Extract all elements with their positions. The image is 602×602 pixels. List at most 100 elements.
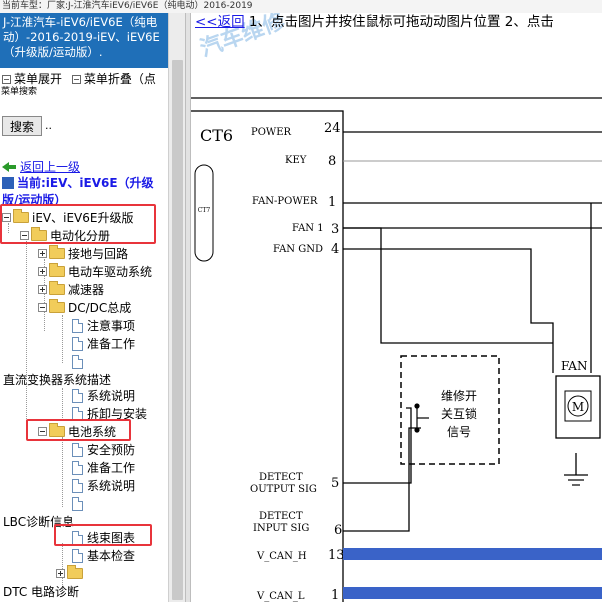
pin-num-key: 8 [328,154,336,169]
can-low-bar [343,587,602,599]
pin-num-detect-in: 6 [334,523,342,538]
document-icon [72,319,83,333]
tree-item-grounding[interactable]: 接地与回路 [38,245,128,263]
pin-num-fan1: 3 [331,222,339,237]
folder-icon [49,263,65,277]
pin-label-key: KEY [285,155,307,166]
vehicle-info-bar: 当前车型：厂家:J-江淮汽车iEV6/iEV6E（纯电动）2016-2019 [0,0,602,13]
menu-collapse-label: 菜单折叠（点 [83,72,156,86]
tree-label: 系统说明 [87,389,136,403]
search-label: 菜单搜索 [1,87,38,97]
document-icon [72,389,83,403]
ground-icon [564,474,588,486]
instruction-text: 1、点击图片并按住鼠标可拖动动图片位置 2、点击 [244,14,554,30]
search-row: 搜索.. [0,116,168,138]
pin-num-fan-gnd: 4 [331,242,339,257]
pin-num-can-l: 1 [331,588,339,602]
document-icon [72,497,83,511]
tree-item-prep[interactable]: 准备工作 [72,335,135,353]
document-icon [72,461,83,475]
current-label: 当前:iEV、iEV6E（升级版/运动版） [2,176,154,207]
tree-item-blank2[interactable] [72,495,87,513]
interlock-text-2: 关互锁 [441,406,477,421]
search-dots: .. [45,118,52,132]
tree-label: 减速器 [68,283,105,297]
tree-item-sys-desc2[interactable]: 系统说明 [72,477,135,495]
left-scrollbar[interactable] [168,13,185,602]
connector-small-label: CT7 [198,207,211,214]
document-icon [72,355,83,369]
search-button[interactable]: 搜索 [2,116,42,136]
connector-label: CT6 [200,126,233,145]
menu-expand-button[interactable]: 菜单展开 [2,72,62,86]
document-icon [72,443,83,457]
tree-item-folder[interactable] [56,565,86,583]
back-link[interactable]: 返回上一级 [20,160,80,174]
pin-label-can-l: V_CAN_L [256,591,305,602]
expand-icon[interactable] [56,569,65,578]
fan-label: FAN [561,359,587,373]
document-icon [72,337,83,351]
expand-icon[interactable] [38,267,47,276]
interlock-text-3: 信号 [447,425,471,439]
diagram-nav: <<返回 1、点击图片并按住鼠标可拖动动图片位置 2、点击 [195,14,554,30]
tree-item-sys-desc[interactable]: 系统说明 [72,387,135,405]
tree-label: 接地与回路 [68,247,129,261]
motor-label: M [572,400,584,414]
collapse-icon[interactable] [38,303,47,312]
highlight-box [26,419,131,441]
pin-num-power: 24 [324,121,341,136]
tree-label: 基本检查 [87,549,136,563]
tree-item-dcdc[interactable]: DC/DC总成 [38,299,131,317]
tree-label: 注意事项 [87,319,136,333]
tree-item-safety[interactable]: 安全预防 [72,441,135,459]
document-icon [72,549,83,563]
scroll-thumb[interactable] [172,60,183,600]
pin-label-can-h: V_CAN_H [256,551,307,562]
pin-num-fan-power: 1 [328,195,336,210]
tree-item-notes[interactable]: 注意事项 [72,317,135,335]
wiring-diagram[interactable]: CT7 CT6 POWER 24 KEY 8 FAN-POWER 1 FAN 1… [191,13,602,602]
back-arrow-icon [2,162,16,172]
tree-label: 准备工作 [87,461,136,475]
tree-item-basic-check[interactable]: 基本检查 [72,547,135,565]
interlock-text-1: 维修开 [441,388,477,403]
pin-label-fan-power: FAN-POWER [252,196,318,207]
document-icon [72,479,83,493]
tree-label: DTC 电路诊断 [3,585,80,599]
back-link[interactable]: <<返回 [195,14,245,30]
expand-icon[interactable] [38,285,47,294]
pin-num-detect-out: 5 [331,476,339,491]
pin-label-power: POWER [251,127,292,138]
pin-label-fan-gnd: FAN GND [273,244,323,255]
back-link-item[interactable]: 返回上一级 [2,158,80,176]
highlight-box [0,204,156,244]
highlight-box [54,524,152,546]
folder-icon [49,245,65,259]
pin-num-can-h: 13 [328,548,345,563]
diagram-panel: CT7 CT6 POWER 24 KEY 8 FAN-POWER 1 FAN 1… [191,13,602,602]
folder-icon [49,281,65,295]
folder-open-icon [49,299,65,313]
tree-label: DC/DC总成 [68,301,132,315]
tree-item-motor-drive[interactable]: 电动车驱动系统 [38,263,152,281]
menu-collapse-button[interactable]: 菜单折叠（点 [71,72,156,86]
tree-item-reducer[interactable]: 减速器 [38,281,104,299]
menu-expand-label: 菜单展开 [14,72,63,86]
pin-label-detect-in: DETECT INPUT SIG [253,511,309,534]
model-title: J-江淮汽车-iEV6/iEV6E（纯电动）-2016-2019-iEV、iEV… [0,13,168,68]
tree-label: 系统说明 [87,479,136,493]
menu-controls: 菜单展开 菜单折叠（点 [0,72,168,86]
tree-label: 安全预防 [87,443,136,457]
tree-label: 准备工作 [87,337,136,351]
left-panel: J-江淮汽车-iEV6/iEV6E（纯电动）-2016-2019-iEV、iEV… [0,13,168,602]
can-high-bar [343,548,602,560]
tree-item-blank[interactable] [72,353,87,371]
tree-item-prep2[interactable]: 准备工作 [72,459,135,477]
tree-item-dtc[interactable]: DTC 电路诊断 [3,583,79,601]
expand-icon [2,75,11,84]
pin-label-fan1: FAN 1 [292,223,324,234]
folder-icon [67,565,83,579]
expand-icon[interactable] [38,249,47,258]
tree-label: 直流变换器系统描述 [3,373,112,387]
